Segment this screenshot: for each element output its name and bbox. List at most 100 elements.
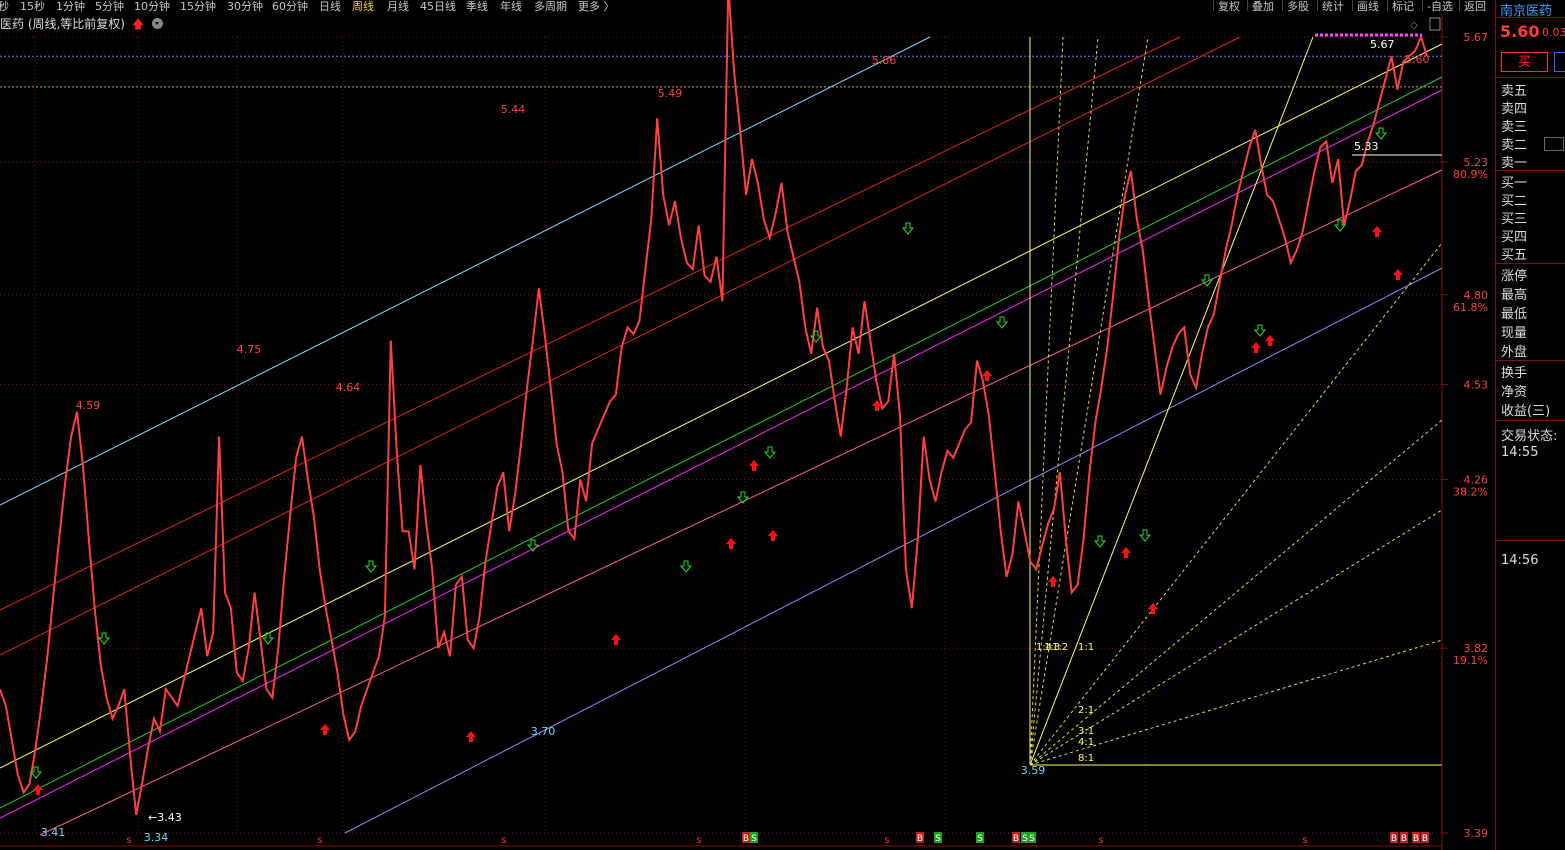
bid-level: 买三 bbox=[1501, 212, 1528, 227]
signal-letter: B bbox=[917, 834, 923, 844]
divider bbox=[1496, 420, 1565, 421]
y-tick-label: 3.39 bbox=[1464, 827, 1489, 840]
price-annotation: 3.59 bbox=[1021, 764, 1046, 777]
down-arrow-icon bbox=[679, 560, 693, 573]
channel-line bbox=[0, 36, 931, 506]
y-tick-label: 4.53 bbox=[1464, 378, 1489, 391]
up-arrow-icon bbox=[1251, 342, 1261, 353]
down-arrow-icon bbox=[995, 316, 1009, 329]
ask-level: 卖三 bbox=[1501, 120, 1528, 135]
gann-fan-line bbox=[1029, 36, 1099, 766]
signal-letter: B bbox=[1413, 834, 1419, 844]
price-annotation: 3.70 bbox=[531, 725, 556, 738]
gann-label: 1:2 bbox=[1052, 642, 1068, 653]
divider bbox=[1496, 360, 1565, 361]
signal-marker: s bbox=[317, 835, 322, 846]
ask-level: 卖二 bbox=[1501, 138, 1528, 153]
price-annotation: 5.67 bbox=[1370, 38, 1395, 51]
price-change: 0.03 bbox=[1542, 26, 1565, 39]
bid-level: 买一 bbox=[1501, 176, 1528, 191]
sell-button[interactable] bbox=[1554, 52, 1565, 72]
fib-level-label: 19.1% bbox=[1453, 654, 1488, 667]
price-annotation: 5.44 bbox=[501, 103, 526, 116]
divider bbox=[1496, 77, 1565, 78]
down-arrow-icon bbox=[1200, 274, 1214, 287]
trade-status-label: 交易状态: bbox=[1501, 429, 1558, 444]
up-arrow-icon bbox=[982, 370, 992, 381]
gann-fan-line bbox=[1029, 36, 1149, 766]
price-annotation: 4.59 bbox=[76, 399, 101, 412]
price-chart[interactable]: 1:41:31:2 1:12:13:14:18:1s s s s s s sB S B S S B S S B… bbox=[0, 0, 1495, 850]
signal-marker: s bbox=[501, 835, 506, 846]
divider bbox=[1496, 540, 1565, 541]
buy-button[interactable]: 买 bbox=[1501, 52, 1548, 72]
ask-level: 卖四 bbox=[1501, 102, 1528, 117]
gann-fan-line bbox=[1029, 36, 1314, 766]
diamond-icon: ◇ bbox=[1410, 20, 1418, 31]
price-annotation: 5.86 bbox=[872, 54, 897, 67]
ask-input[interactable] bbox=[1544, 137, 1564, 151]
up-arrow-icon bbox=[320, 724, 330, 735]
quote-sidebar: 南京医药 5.60 0.03 买 卖五 卖四 卖三 卖二 卖一 买一 买二 买三… bbox=[1495, 0, 1565, 850]
stat-label: 收益(三) bbox=[1501, 404, 1551, 419]
price-line bbox=[0, 0, 1428, 815]
up-arrow-icon bbox=[1372, 226, 1382, 237]
down-arrow-icon bbox=[1374, 127, 1388, 140]
channel-line bbox=[344, 267, 1443, 834]
price-annotation: 4.75 bbox=[237, 343, 262, 356]
down-arrow-icon bbox=[901, 222, 915, 235]
signal-letter: B bbox=[1422, 834, 1428, 844]
down-arrow-icon bbox=[1253, 324, 1267, 337]
down-arrow-icon bbox=[364, 560, 378, 573]
gann-fan-line bbox=[1029, 36, 1064, 766]
up-arrow-icon bbox=[611, 634, 621, 645]
stat-label: 换手 bbox=[1501, 366, 1528, 381]
gann-label: 3:1 bbox=[1078, 726, 1094, 737]
up-arrow-icon bbox=[749, 460, 759, 471]
signal-marker: s bbox=[126, 835, 131, 846]
signal-letter: B bbox=[1401, 834, 1407, 844]
price-annotation: 5.60 bbox=[1405, 53, 1430, 66]
channel-line bbox=[0, 89, 1443, 819]
window-toggle-icon bbox=[1429, 17, 1441, 31]
fib-level-label: 61.8% bbox=[1453, 301, 1488, 314]
gann-fan-line bbox=[1029, 242, 1443, 766]
signal-letter: S bbox=[1022, 834, 1028, 844]
price-annotation: ←3.43 bbox=[148, 811, 182, 824]
stat-label: 净资 bbox=[1501, 385, 1528, 400]
channel-line bbox=[0, 36, 1181, 611]
signal-marker: s bbox=[884, 835, 889, 846]
divider bbox=[1496, 170, 1565, 171]
bid-level: 买二 bbox=[1501, 194, 1528, 209]
bid-level: 买五 bbox=[1501, 248, 1528, 263]
fib-level-label: 80.9% bbox=[1453, 168, 1488, 181]
current-price: 5.60 bbox=[1500, 22, 1540, 41]
divider bbox=[1496, 17, 1565, 18]
signal-letter: B bbox=[1391, 834, 1397, 844]
price-annotation: 5.33 bbox=[1354, 140, 1379, 153]
signal-letter: S bbox=[935, 834, 941, 844]
signal-letter: S bbox=[1029, 834, 1035, 844]
stat-label: 最高 bbox=[1501, 288, 1528, 303]
price-annotation: 4.64 bbox=[336, 381, 361, 394]
stat-label: 外盘 bbox=[1501, 345, 1528, 360]
up-arrow-icon bbox=[726, 538, 736, 549]
down-arrow-icon bbox=[97, 632, 111, 645]
stat-label: 现量 bbox=[1501, 326, 1528, 341]
channel-line bbox=[0, 76, 1443, 809]
signal-marker: s bbox=[1098, 835, 1103, 846]
channel-line bbox=[39, 169, 1443, 836]
gann-label: 2:1 bbox=[1078, 705, 1094, 716]
divider bbox=[1496, 263, 1565, 264]
price-annotation: 3.41 bbox=[41, 826, 66, 839]
up-arrow-icon bbox=[1393, 269, 1403, 280]
tick-time: 14:55 bbox=[1501, 445, 1539, 460]
gann-label: 4:1 bbox=[1078, 737, 1094, 748]
down-arrow-icon bbox=[1138, 529, 1152, 542]
y-tick-label: 5.67 bbox=[1464, 31, 1489, 44]
signal-letter: B bbox=[1013, 834, 1019, 844]
price-annotation: 5.49 bbox=[658, 87, 683, 100]
gann-label: 1:1 bbox=[1078, 642, 1094, 653]
stat-label: 涨停 bbox=[1501, 269, 1528, 284]
up-arrow-icon bbox=[1265, 335, 1275, 346]
